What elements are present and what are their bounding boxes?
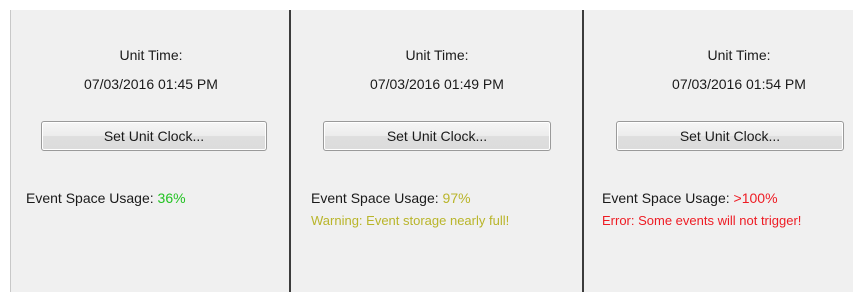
error-message: Error: Some events will not trigger! <box>602 213 802 228</box>
set-unit-clock-button[interactable]: Set Unit Clock... <box>616 121 844 151</box>
panel-divider <box>582 10 584 292</box>
unit-time-label: Unit Time: <box>119 47 183 63</box>
unit-panel-error: Unit Time: 07/03/2016 01:54 PM Set Unit … <box>584 10 853 292</box>
event-space-usage-label: Event Space Usage: <box>602 190 730 206</box>
event-space-usage-value: 36% <box>157 190 186 206</box>
set-unit-clock-button[interactable]: Set Unit Clock... <box>323 121 551 151</box>
unit-panel-warning: Unit Time: 07/03/2016 01:49 PM Set Unit … <box>291 10 583 292</box>
event-space-usage-value: >100% <box>733 190 778 206</box>
event-space-usage: Event Space Usage: 36% <box>26 190 186 206</box>
unit-time-value: 07/03/2016 01:54 PM <box>672 76 806 92</box>
unit-panel-ok: Unit Time: 07/03/2016 01:45 PM Set Unit … <box>10 10 291 292</box>
unit-time-label: Unit Time: <box>707 47 771 63</box>
event-space-usage-value: 97% <box>442 190 471 206</box>
unit-time-value: 07/03/2016 01:45 PM <box>84 76 218 92</box>
panel-divider <box>289 10 291 292</box>
warning-message: Warning: Event storage nearly full! <box>311 213 510 228</box>
unit-time-value: 07/03/2016 01:49 PM <box>370 76 504 92</box>
unit-time-label: Unit Time: <box>405 47 469 63</box>
set-unit-clock-button[interactable]: Set Unit Clock... <box>41 121 267 151</box>
event-space-usage-label: Event Space Usage: <box>311 190 439 206</box>
event-space-usage: Event Space Usage: 97% <box>311 190 471 206</box>
event-space-usage-label: Event Space Usage: <box>26 190 154 206</box>
event-space-usage: Event Space Usage: >100% <box>602 190 778 206</box>
